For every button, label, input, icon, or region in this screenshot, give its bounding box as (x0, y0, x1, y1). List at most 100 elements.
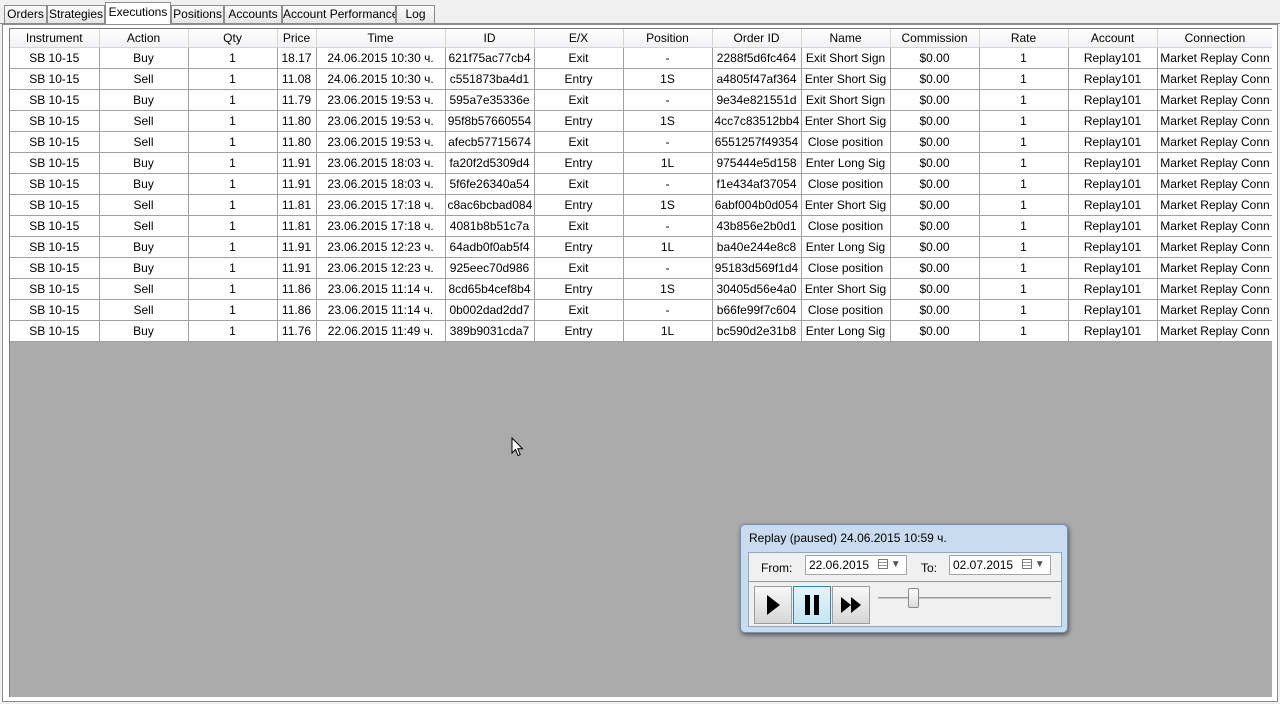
table-row[interactable]: SB 10-15 Sell 1 11.81 23.06.2015 17:18 ч. 408… (10, 215, 1272, 237)
table-cell: SB 10-15 (10, 320, 100, 342)
table-cell: SB 10-15 (10, 110, 100, 132)
column-header-rate[interactable]: Rate (979, 29, 1069, 48)
table-cell: Market Replay Conn (1157, 278, 1272, 300)
table-cell: 1 (188, 131, 278, 153)
tab-accounts[interactable]: Accounts (224, 5, 282, 24)
table-cell: $0.00 (890, 173, 980, 195)
table-cell: $0.00 (890, 257, 980, 279)
tab-orders[interactable]: Orders (4, 5, 47, 24)
table-cell: 1 (979, 215, 1069, 237)
table-cell: $0.00 (890, 131, 980, 153)
play-button[interactable] (754, 586, 792, 624)
table-row[interactable]: SB 10-15 Buy 1 11.91 23.06.2015 18:03 ч. 5f6f… (10, 173, 1272, 195)
table-cell: - (623, 299, 713, 321)
from-date-picker[interactable]: 22.06.2015 ▼ (805, 555, 907, 575)
table-row[interactable]: SB 10-15 Buy 1 11.91 23.06.2015 18:03 ч. fa20… (10, 152, 1272, 174)
table-row[interactable]: SB 10-15 Buy 1 11.91 23.06.2015 12:23 ч. 64ad… (10, 236, 1272, 258)
table-cell: 1 (979, 47, 1069, 69)
replay-speed-slider-track[interactable] (878, 597, 1051, 599)
table-cell: Buy (99, 173, 189, 195)
table-row[interactable]: SB 10-15 Buy 1 18.17 24.06.2015 10:30 ч. 621f… (10, 47, 1272, 69)
table-cell: 1 (979, 320, 1069, 342)
table-cell: $0.00 (890, 47, 980, 69)
table-row[interactable]: SB 10-15 Buy 1 11.76 22.06.2015 11:49 ч. 389b… (10, 320, 1272, 342)
table-row[interactable]: SB 10-15 Sell 1 11.86 23.06.2015 11:14 ч. 8cd… (10, 278, 1272, 300)
to-calendar-dropdown[interactable]: ▼ (1022, 558, 1046, 572)
tab-log[interactable]: Log (396, 5, 435, 24)
replay-title: Replay (paused) 24.06.2015 10:59 ч. (749, 531, 947, 545)
table-cell: 23.06.2015 19:53 ч. (316, 110, 446, 132)
table-row[interactable]: SB 10-15 Sell 1 11.81 23.06.2015 17:18 ч. c8a… (10, 194, 1272, 216)
table-cell: Replay101 (1068, 236, 1158, 258)
table-cell: - (623, 215, 713, 237)
table-cell: 11.81 (277, 194, 317, 216)
fast-forward-button[interactable] (832, 586, 870, 624)
table-cell: 389b9031cda7 (445, 320, 535, 342)
table-cell: Exit (534, 299, 624, 321)
table-row[interactable]: SB 10-15 Buy 1 11.91 23.06.2015 12:23 ч. 925e… (10, 257, 1272, 279)
column-header-account[interactable]: Account (1068, 29, 1158, 48)
column-header-price[interactable]: Price (277, 29, 317, 48)
table-cell: Buy (99, 152, 189, 174)
table-cell: 1 (979, 299, 1069, 321)
table-cell: Market Replay Conn (1157, 194, 1272, 216)
table-cell: b66fe99f7c604 (712, 299, 802, 321)
table-cell: 11.91 (277, 236, 317, 258)
table-row[interactable]: SB 10-15 Sell 1 11.80 23.06.2015 19:53 ч. afe… (10, 131, 1272, 153)
table-cell: Replay101 (1068, 131, 1158, 153)
table-cell: 1 (979, 278, 1069, 300)
table-cell: Buy (99, 236, 189, 258)
column-header-commission[interactable]: Commission (890, 29, 980, 48)
column-header-order-id[interactable]: Order ID (712, 29, 802, 48)
column-header-qty[interactable]: Qty (188, 29, 278, 48)
table-cell: Exit (534, 173, 624, 195)
table-cell: 4cc7c83512bb4 (712, 110, 802, 132)
tab-executions[interactable]: Executions (105, 2, 171, 24)
tab-account-performance[interactable]: Account Performance (282, 5, 396, 24)
table-cell: Replay101 (1068, 152, 1158, 174)
table-cell: Entry (534, 236, 624, 258)
table-cell: 1 (188, 299, 278, 321)
table-row[interactable]: SB 10-15 Buy 1 11.79 23.06.2015 19:53 ч. 595a… (10, 89, 1272, 111)
table-cell: $0.00 (890, 278, 980, 300)
replay-window[interactable]: Replay (paused) 24.06.2015 10:59 ч. From… (740, 524, 1068, 633)
table-cell: 2288f5d6fc464 (712, 47, 802, 69)
table-cell: Exit Short Sign (801, 47, 891, 69)
column-header-e-x[interactable]: E/X (534, 29, 624, 48)
table-cell: Enter Short Sig (801, 278, 891, 300)
tab-strategies[interactable]: Strategies (47, 5, 105, 24)
table-cell: Replay101 (1068, 278, 1158, 300)
table-row[interactable]: SB 10-15 Sell 1 11.80 23.06.2015 19:53 ч. 95f… (10, 110, 1272, 132)
table-cell: 1 (979, 89, 1069, 111)
replay-speed-slider-thumb[interactable] (907, 588, 919, 608)
table-row[interactable]: SB 10-15 Sell 1 11.08 24.06.2015 10:30 ч. c55… (10, 68, 1272, 90)
column-header-instrument[interactable]: Instrument (10, 29, 100, 48)
column-header-name[interactable]: Name (801, 29, 891, 48)
column-header-connection[interactable]: Connection (1157, 29, 1272, 48)
table-cell: 23.06.2015 18:03 ч. (316, 173, 446, 195)
table-cell: Entry (534, 152, 624, 174)
table-cell: 23.06.2015 12:23 ч. (316, 236, 446, 258)
column-header-position[interactable]: Position (623, 29, 713, 48)
table-cell: Replay101 (1068, 194, 1158, 216)
column-header-id[interactable]: ID (445, 29, 535, 48)
executions-grid[interactable]: Instrument Action Qty Price Time ID E/X Positio… (9, 28, 1272, 697)
pause-button[interactable] (793, 586, 831, 624)
from-calendar-dropdown[interactable]: ▼ (878, 558, 902, 572)
tab-positions[interactable]: Positions (171, 5, 224, 24)
column-header-time[interactable]: Time (316, 29, 446, 48)
calendar-icon (878, 559, 888, 570)
controls-separator (749, 581, 1061, 582)
table-cell: 22.06.2015 11:49 ч. (316, 320, 446, 342)
table-cell: 1S (623, 68, 713, 90)
column-header-action[interactable]: Action (99, 29, 189, 48)
table-cell: 1 (188, 278, 278, 300)
to-date-picker[interactable]: 02.07.2015 ▼ (949, 555, 1051, 575)
table-cell: Exit (534, 47, 624, 69)
table-cell: 30405d56e4a0 (712, 278, 802, 300)
table-row[interactable]: SB 10-15 Sell 1 11.86 23.06.2015 11:14 ч. 0b0… (10, 299, 1272, 321)
table-cell: 5f6fe26340a54 (445, 173, 535, 195)
table-cell: c551873ba4d1 (445, 68, 535, 90)
table-cell: 1 (188, 320, 278, 342)
table-body: SB 10-15 Buy 1 18.17 24.06.2015 10:30 ч. 621f… (10, 47, 1272, 342)
